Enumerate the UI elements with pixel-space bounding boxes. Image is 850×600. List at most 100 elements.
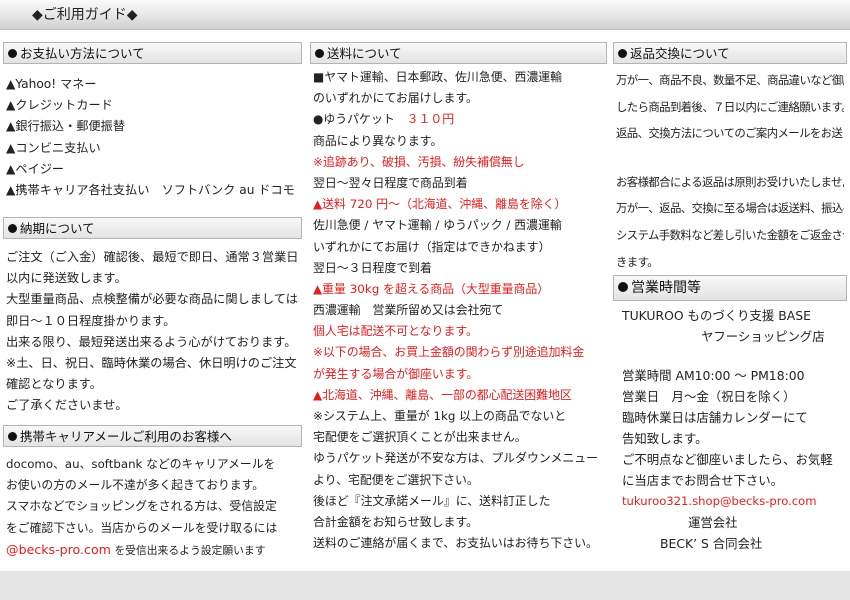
shipping-line-text: より、宅配便をご選択下さい。 (313, 472, 479, 487)
returns-line: 万が一、返品、交換に至る場合は返送料、振込手数料 (616, 201, 844, 216)
shipping-line: ■ヤマト運輸、日本郵政、佐川急便、西濃運輸 (313, 67, 604, 88)
returns-line: きます。 (616, 254, 659, 269)
shipping-line: より、宅配便をご選択下さい。 (313, 470, 604, 491)
hours-panel: 営業時間等 TUKUROO ものづくり支援 BASE ヤフーショッピング店 営業… (613, 275, 847, 554)
shipping-line-text: 佐川急便 / ヤマト運輸 / ゆうパック / 西濃運輸 (313, 218, 562, 233)
carrier-line: スマホなどでショッピングをされる方は、受信設定 (6, 499, 277, 514)
shipping-line: ※以下の場合、お買上金額の関わらず別途追加料金 (313, 342, 604, 363)
bullet-icon (618, 282, 628, 292)
payment-item: ▲携帯キャリア各社支払い ソフトバンク au ドコモ (6, 182, 295, 197)
footer-bar (0, 571, 850, 600)
shipping-line-text: 商品により異なります。 (313, 133, 443, 148)
shipping-price: ３１０円 (394, 112, 455, 127)
shipping-line-text: ※システム上、重量が 1kg 以上の商品でないと (313, 409, 567, 423)
payment-list: ▲Yahoo! マネー ▲クレジットカード ▲銀行振込・郵便振替 ▲コンビニ支払… (3, 64, 302, 201)
bullet-icon (618, 49, 627, 58)
payment-item: ▲Yahoo! マネー (6, 77, 97, 91)
bullet-icon (8, 432, 17, 441)
delivery-line: ご注文（ご入金）確認後、最短で即日、通常３営業日 (6, 250, 299, 264)
shipping-line: ゆうパケット発送が不安な方は、プルダウンメニュー (313, 448, 604, 469)
carrier-domain: @becks-pro.com (6, 541, 111, 557)
hours-line: に当店までお問合せ下さい。 (622, 473, 784, 488)
shipping-line: いずれかにてお届け（指定はできかねます） (313, 237, 604, 258)
contact-email-link[interactable]: tukuroo321.shop@becks-pro.com (616, 491, 844, 512)
returns-line: システム手数料など差し引いた金額をご返金させて頂 (616, 227, 844, 242)
shipping-line: 翌日～翌々日程度で商品到着 (313, 173, 604, 194)
shipping-line: 後ほど『注文承諾メール』に、送料訂正した (313, 491, 604, 512)
shipping-line: が発生する場合が御座います。 (313, 364, 604, 385)
shipping-line: ●ゆうパケット ３１０円 (313, 109, 604, 130)
returns-panel: 返品交換について 万が一、商品不良、数量不足、商品違いなど御座いま したら商品到… (613, 42, 847, 275)
shipping-line-text: 宅配便をご選択頂くことが出来ません。 (313, 430, 527, 445)
shipping-line-text: 後ほど『注文承諾メール』に、送料訂正した (313, 493, 551, 508)
shipping-line: ▲北海道、沖縄、離島、一部の都心配送困難地区 (313, 385, 604, 406)
company-name: BECK’ S 合同会社 (660, 536, 763, 551)
hours-line: 営業日 月～金（祝日を除く） (622, 389, 796, 404)
shipping-line-text: ▲重量 30kg を超える商品（大型重量商品） (313, 281, 550, 296)
delivery-panel: 納期について ご注文（ご入金）確認後、最短で即日、通常３営業日 以内に発送致しま… (3, 217, 302, 417)
payment-item: ▲銀行振込・郵便振替 (6, 119, 126, 134)
carrier-mail-text: docomo、au、softbank などのキャリアメールを お使いの方のメール… (3, 447, 302, 560)
shipping-line-text: ▲送料 720 円～（北海道、沖縄、離島を除く） (313, 197, 567, 212)
shipping-line-text: ※追跡あり、破損、汚損、紛失補償無し (313, 154, 525, 169)
carrier-mail-panel-title: 携帯キャリアメールご利用のお客様へ (3, 425, 302, 447)
shipping-line-text: のいずれかにてお届けします。 (313, 91, 478, 106)
payment-item: ▲ペイジー (6, 161, 65, 176)
hours-line: 臨時休業日は店舗カレンダーにて (622, 410, 808, 425)
shipping-line: ▲重量 30kg を超える商品（大型重量商品） (313, 279, 604, 300)
delivery-line: ※土、日、祝日、臨時休業の場合、休日明けのご注文 (6, 355, 297, 370)
bullet-icon (8, 49, 17, 58)
hours-line: ご不明点など御座いましたら、お気軽 (622, 452, 833, 467)
guide-title: ◆ご利用ガイド◆ (32, 7, 138, 23)
shipping-line-text: 送料のご連絡が届くまで、お支払いはお待ち下さい。 (313, 536, 598, 551)
shipping-line: 宅配便をご選択頂くことが出来ません。 (313, 427, 604, 448)
shipping-line: 翌日～３日程度で到着 (313, 258, 604, 279)
shipping-line-text: ゆうパケット発送が不安な方は、プルダウンメニュー (313, 451, 599, 466)
payment-panel: お支払い方法について ▲Yahoo! マネー ▲クレジットカード ▲銀行振込・郵… (3, 42, 302, 201)
dept-label: 運営会社 (688, 515, 738, 530)
shop-sub: ヤフーショッピング店 (701, 329, 825, 344)
payment-item: ▲コンビニ支払い (6, 140, 101, 155)
shipping-line-text: ●ゆうパケット (313, 112, 395, 127)
shipping-line: 送料のご連絡が届くまで、お支払いはお待ち下さい。 (313, 533, 604, 554)
shipping-line: 個人宅は配送不可となります。 (313, 321, 604, 342)
shipping-line-text: が発生する場合が御座います。 (313, 366, 479, 381)
shipping-line-text: 翌日～３日程度で到着 (313, 260, 432, 275)
shipping-line: ※追跡あり、破損、汚損、紛失補償無し (313, 152, 604, 173)
bullet-icon (315, 49, 324, 58)
delivery-line: 確認となります。 (6, 377, 102, 392)
carrier-mail-panel: 携帯キャリアメールご利用のお客様へ docomo、au、softbank などの… (3, 425, 302, 560)
shipping-line-text: いずれかにてお届け（指定はできかねます） (313, 239, 551, 254)
delivery-panel-title: 納期について (3, 217, 302, 239)
delivery-line: 即日～１０日程度掛かります。 (6, 313, 176, 328)
payment-item: ▲クレジットカード (6, 98, 113, 113)
carrier-line: をご確認下さい。当店からのメールを受け取るには (6, 520, 278, 535)
shipping-panel: 送料について ■ヤマト運輸、日本郵政、佐川急便、西濃運輸 のいずれかにてお届けしま… (310, 42, 607, 554)
shipping-line-text: ■ヤマト運輸、日本郵政、佐川急便、西濃運輸 (313, 70, 563, 84)
returns-line: 返品、交換方法についてのご案内メールをお送りします。 (616, 126, 844, 141)
shipping-panel-title: 送料について (310, 42, 607, 64)
bullet-icon (8, 224, 17, 233)
shipping-line-text: ▲北海道、沖縄、離島、一部の都心配送困難地区 (313, 387, 572, 402)
delivery-line: 出来る限り、最短発送出来るよう心がけております。 (6, 334, 297, 349)
shipping-line: 佐川急便 / ヤマト運輸 / ゆうパック / 西濃運輸 (313, 215, 604, 236)
shipping-line: 合計金額をお知らせ致します。 (313, 512, 604, 533)
returns-line: したら商品到着後、７日以内にご連絡願います。 (616, 99, 844, 114)
carrier-domain-suffix: を受信出来るよう設定願います (110, 543, 266, 557)
hours-line: 告知致します。 (622, 431, 708, 446)
shipping-line: 西濃運輸 営業所留め又は会社宛て (313, 300, 604, 321)
delivery-line: 以内に発送致します。 (6, 271, 127, 286)
hours-line: 営業時間 AM10:00 ～ PM18:00 (622, 368, 805, 383)
hours-text: TUKUROO ものづくり支援 BASE ヤフーショッピング店 営業時間 AM1… (613, 301, 847, 554)
shipping-line: ▲送料 720 円～（北海道、沖縄、離島を除く） (313, 194, 604, 215)
shipping-line-text: 合計金額をお知らせ致します。 (313, 514, 479, 529)
guide-header: ◆ご利用ガイド◆ (0, 0, 850, 30)
shipping-line: のいずれかにてお届けします。 (313, 88, 604, 109)
carrier-line: お使いの方のメール不達が多く起きております。 (6, 478, 264, 493)
delivery-line: 大型重量商品、点検整備が必要な商品に関しましては (6, 292, 298, 307)
returns-line: 万が一、商品不良、数量不足、商品違いなど御座いま (616, 73, 844, 87)
carrier-domain-line: @becks-pro.com を受信出来るよう設定願います (6, 539, 299, 560)
returns-panel-title: 返品交換について (613, 42, 847, 64)
shipping-line: 商品により異なります。 (313, 131, 604, 152)
returns-text: 万が一、商品不良、数量不足、商品違いなど御座いま したら商品到着後、７日以内にご… (613, 64, 847, 275)
